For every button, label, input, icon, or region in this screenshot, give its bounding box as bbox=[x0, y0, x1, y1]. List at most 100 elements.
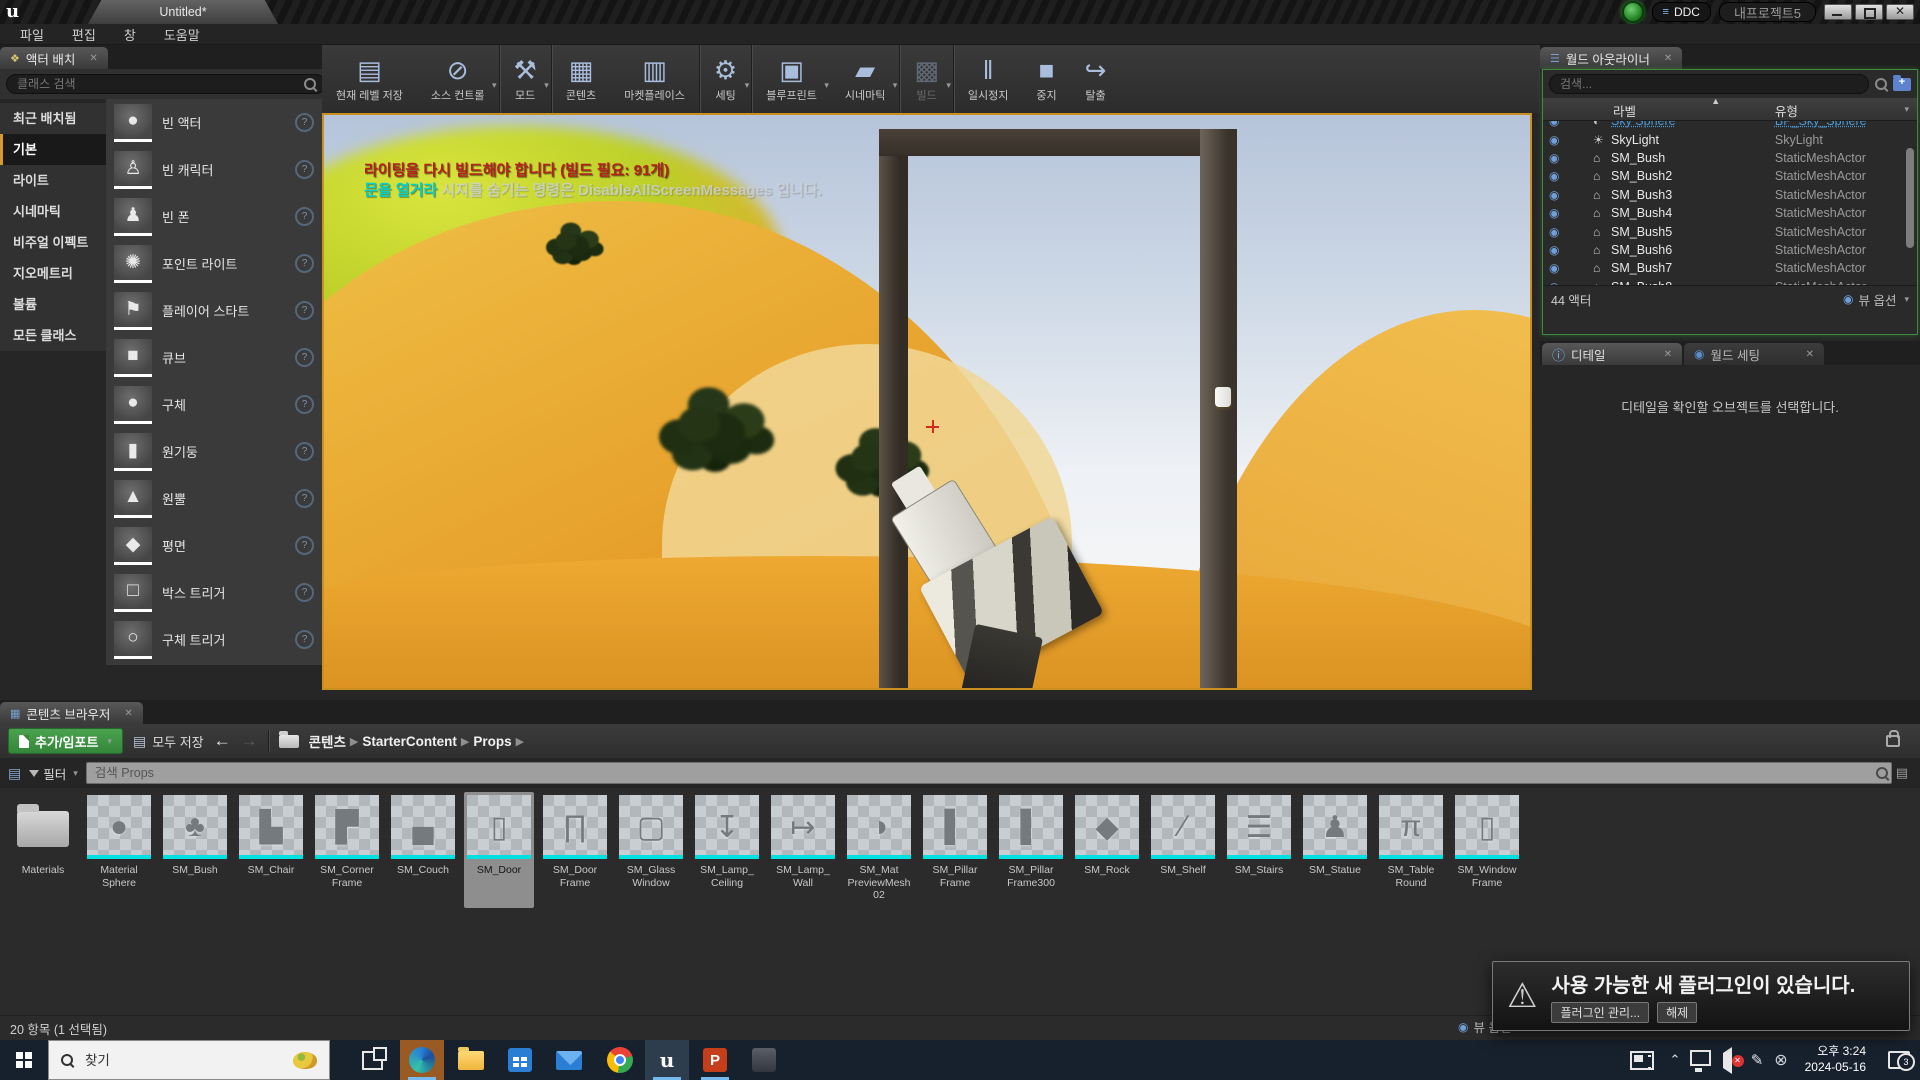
chevron-down-icon[interactable]: ▾ bbox=[745, 80, 750, 91]
place-actors-category[interactable]: 최근 배치됨 bbox=[0, 103, 106, 134]
lock-icon[interactable] bbox=[1886, 735, 1900, 747]
toolbar-button[interactable]: ⚒ 모드 ▾ bbox=[499, 45, 551, 113]
scrollbar-thumb[interactable] bbox=[1906, 148, 1914, 248]
toolbar-button[interactable]: ▦ 콘텐츠 bbox=[551, 45, 610, 113]
toolbar-button[interactable]: ↪ 탈출 bbox=[1071, 45, 1121, 113]
chevron-down-icon[interactable]: ▾ bbox=[492, 80, 497, 91]
toolbar-button[interactable]: ■ 중지 bbox=[1022, 45, 1070, 113]
chevron-down-icon[interactable]: ▾ bbox=[544, 80, 549, 91]
breadcrumb-item[interactable]: StarterContent bbox=[362, 734, 457, 749]
place-actor-item[interactable]: ♟ 빈 폰 ? bbox=[106, 193, 322, 240]
close-tab-icon[interactable]: ✕ bbox=[1806, 349, 1814, 360]
unreal-engine-button[interactable]: u bbox=[645, 1040, 689, 1080]
place-actor-item[interactable]: ⚑ 플레이어 스타트 ? bbox=[106, 287, 322, 334]
mail-button[interactable] bbox=[547, 1040, 591, 1080]
asset-item[interactable]: ▯ SM_Window Frame bbox=[1452, 792, 1522, 908]
place-actors-category[interactable]: 지오메트리 bbox=[0, 258, 106, 289]
taskbar-search-input[interactable] bbox=[83, 1052, 283, 1069]
place-actor-item[interactable]: ▮ 원기둥 ? bbox=[106, 428, 322, 475]
place-actor-item[interactable]: ● 구체 ? bbox=[106, 381, 322, 428]
outliner-view-options[interactable]: ◉ 뷰 옵션 bbox=[1843, 290, 1909, 309]
asset-item[interactable]: ∕ SM_Shelf bbox=[1148, 792, 1218, 908]
place-actors-category[interactable]: 라이트 bbox=[0, 165, 106, 196]
help-icon[interactable]: ? bbox=[295, 254, 314, 273]
menu-item[interactable]: 편집 bbox=[60, 25, 108, 44]
widgets-button[interactable] bbox=[1622, 1040, 1662, 1080]
taskbar-search[interactable] bbox=[48, 1040, 330, 1080]
place-actors-category[interactable]: 기본 bbox=[0, 134, 106, 165]
content-browser-tab[interactable]: ▦ 콘텐츠 브라우저 ✕ bbox=[0, 702, 143, 724]
asset-item[interactable]: ☰ SM_Stairs bbox=[1224, 792, 1294, 908]
place-actors-tab[interactable]: ❖ 액터 배치 ✕ bbox=[0, 47, 108, 69]
network-button[interactable] bbox=[1686, 1040, 1714, 1080]
asset-item[interactable]: ♣ SM_Bush bbox=[160, 792, 230, 908]
outliner-row[interactable]: ◉ ◐ Sky Sphere BP_Sky_Sphere bbox=[1543, 121, 1917, 130]
forward-arrow-icon[interactable]: → bbox=[241, 731, 258, 751]
volume-button[interactable]: ✕ bbox=[1712, 1040, 1742, 1080]
help-icon[interactable]: ? bbox=[295, 160, 314, 179]
asset-item[interactable]: Materials bbox=[8, 792, 78, 908]
toolbar-button[interactable]: ⚙ 세팅 ▾ bbox=[699, 45, 751, 113]
level-viewport[interactable]: 라이팅을 다시 빌드해야 합니다 (빌드 필요: 91개) 문을 열거라 시지를… bbox=[322, 113, 1532, 690]
chevron-down-icon[interactable]: ▾ bbox=[824, 80, 829, 91]
help-icon[interactable]: ? bbox=[295, 583, 314, 602]
help-icon[interactable]: ? bbox=[295, 489, 314, 508]
breadcrumb-item[interactable]: 콘텐츠 bbox=[309, 731, 346, 751]
type-column-header[interactable]: 유형 bbox=[1775, 101, 1798, 120]
save-all-button[interactable]: ▤ 모두 저장 bbox=[133, 732, 204, 751]
world-settings-tab[interactable]: ◉ 월드 세팅 ✕ bbox=[1684, 343, 1824, 365]
dismiss-button[interactable]: 해제 bbox=[1657, 1002, 1697, 1023]
asset-item[interactable]: ↦ SM_Lamp_ Wall bbox=[768, 792, 838, 908]
visibility-eye-icon[interactable]: ◉ bbox=[1549, 151, 1565, 165]
outliner-row[interactable]: ◉ ⌂ SM_Bush8 StaticMeshActor bbox=[1543, 278, 1917, 285]
asset-item[interactable]: ▙ SM_Chair bbox=[236, 792, 306, 908]
outliner-row[interactable]: ◉ ⌂ SM_Bush5 StaticMeshActor bbox=[1543, 222, 1917, 240]
menu-item[interactable]: 파일 bbox=[8, 25, 56, 44]
help-icon[interactable]: ? bbox=[295, 113, 314, 132]
powerpoint-button[interactable]: P bbox=[693, 1040, 737, 1080]
chrome-button[interactable] bbox=[598, 1040, 642, 1080]
asset-item[interactable]: ◑ SM_Mat PreviewMesh 02 bbox=[844, 792, 914, 908]
visibility-eye-icon[interactable]: ◉ bbox=[1549, 206, 1565, 220]
place-actors-category[interactable]: 볼륨 bbox=[0, 289, 106, 320]
chevron-down-icon[interactable]: ▾ bbox=[893, 80, 898, 91]
taskbar-clock[interactable]: 오후 3:24 2024-05-16 bbox=[1805, 1040, 1866, 1080]
asset-item[interactable]: ∏ SM_Door Frame bbox=[540, 792, 610, 908]
breadcrumb-item[interactable]: Props bbox=[473, 734, 511, 749]
outliner-row[interactable]: ◉ ⌂ SM_Bush StaticMeshActor bbox=[1543, 149, 1917, 167]
place-actor-item[interactable]: ▲ 원뿔 ? bbox=[106, 475, 322, 522]
help-icon[interactable]: ? bbox=[295, 395, 314, 414]
place-actors-category[interactable]: 비주얼 이펙트 bbox=[0, 227, 106, 258]
start-button[interactable] bbox=[0, 1040, 48, 1080]
toolbar-button[interactable]: ▣ 블루프린트 ▾ bbox=[751, 45, 831, 113]
visibility-eye-icon[interactable]: ◉ bbox=[1549, 261, 1565, 275]
help-icon[interactable]: ? bbox=[295, 536, 314, 555]
add-import-button[interactable]: 추가/임포트 bbox=[8, 728, 123, 754]
menu-item[interactable]: 도움말 bbox=[152, 25, 212, 44]
asset-item[interactable]: ● Material Sphere bbox=[84, 792, 154, 908]
place-actor-item[interactable]: ♙ 빈 캐릭터 ? bbox=[106, 146, 322, 193]
edge-button[interactable] bbox=[400, 1040, 444, 1080]
toolbar-button[interactable]: ▩ 빌드 ▾ bbox=[899, 45, 953, 113]
place-actor-item[interactable]: □ 박스 트리거 ? bbox=[106, 569, 322, 616]
filter-button[interactable]: 필터 bbox=[29, 764, 78, 783]
add-folder-icon[interactable] bbox=[1893, 78, 1911, 91]
label-column-header[interactable]: 라벨 bbox=[1613, 101, 1636, 120]
place-actors-category[interactable]: 모든 클래스 bbox=[0, 320, 106, 351]
asset-item[interactable]: ▌ SM_Pillar Frame bbox=[920, 792, 990, 908]
toolbar-button[interactable]: ‖ 일시정지 bbox=[953, 45, 1022, 113]
manage-plugins-button[interactable]: 플러그인 관리... bbox=[1551, 1002, 1649, 1023]
outliner-row[interactable]: ◉ ⌂ SM_Bush3 StaticMeshActor bbox=[1543, 186, 1917, 204]
task-view-button[interactable] bbox=[350, 1040, 394, 1080]
visibility-eye-icon[interactable]: ◉ bbox=[1549, 133, 1565, 147]
outliner-row[interactable]: ◉ ⌂ SM_Bush7 StaticMeshActor bbox=[1543, 259, 1917, 277]
help-icon[interactable]: ? bbox=[295, 348, 314, 367]
close-tab-icon[interactable]: ✕ bbox=[1664, 53, 1672, 64]
help-icon[interactable]: ? bbox=[295, 207, 314, 226]
close-tab-icon[interactable]: ✕ bbox=[124, 708, 132, 719]
visibility-eye-icon[interactable]: ◉ bbox=[1549, 280, 1565, 285]
asset-item[interactable]: ▄ SM_Couch bbox=[388, 792, 458, 908]
level-tab[interactable]: Untitled* bbox=[88, 0, 278, 24]
chevron-down-icon[interactable]: ▾ bbox=[946, 80, 951, 91]
place-actor-item[interactable]: ● 빈 액터 ? bbox=[106, 99, 322, 146]
